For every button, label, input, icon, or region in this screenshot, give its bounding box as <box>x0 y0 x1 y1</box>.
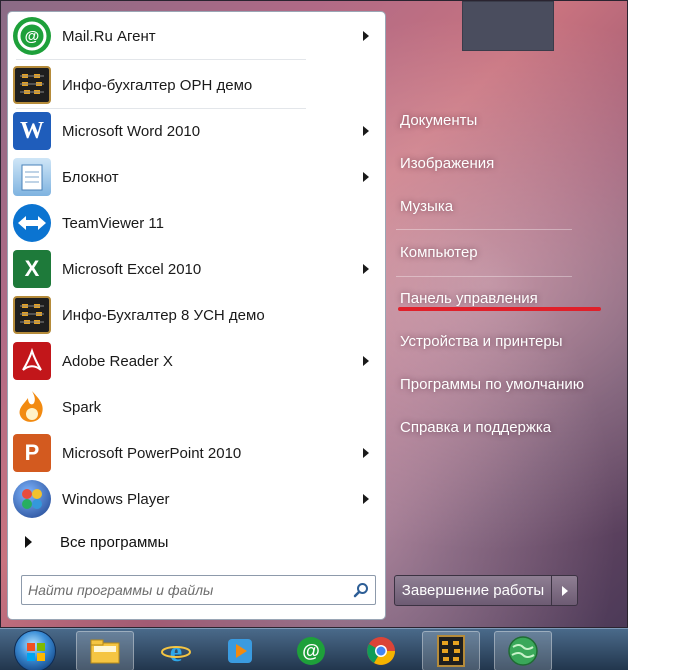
submenu-arrow-icon[interactable] <box>363 448 369 458</box>
submenu-arrow-icon[interactable] <box>363 31 369 41</box>
program-label: Adobe Reader X <box>62 352 173 370</box>
svg-text:@: @ <box>302 641 320 661</box>
taskbar-mailru-agent[interactable]: @ <box>282 631 340 670</box>
abacus-icon <box>13 296 51 334</box>
submenu-arrow-icon[interactable] <box>363 172 369 182</box>
submenu-arrow-icon[interactable] <box>363 494 369 504</box>
taskbar-file-explorer[interactable] <box>76 631 134 670</box>
notepad-icon <box>13 158 51 196</box>
media-player-icon <box>228 639 252 663</box>
submenu-arrow-icon[interactable] <box>363 126 369 136</box>
programs-pane: @ Mail.Ru Агент Инфо-бухгалтер ОРН демо … <box>7 11 386 620</box>
shutdown-options-button[interactable] <box>552 575 578 606</box>
shutdown-button[interactable]: Завершение работы <box>394 575 552 606</box>
mailru-agent-icon: @ <box>297 637 325 665</box>
windows-player-icon <box>13 480 51 518</box>
program-label: Microsoft Excel 2010 <box>62 260 202 278</box>
program-label: Mail.Ru Агент <box>62 27 156 45</box>
taskbar: e @ <box>0 628 628 670</box>
program-label: Инфо-Бухгалтер 8 УСН демо <box>62 306 265 324</box>
chevron-right-icon <box>561 585 568 596</box>
user-picture[interactable] <box>462 1 554 51</box>
divider <box>16 59 306 60</box>
program-label: TeamViewer 11 <box>62 214 164 232</box>
taskbar-info-buhgalter[interactable] <box>422 631 480 670</box>
program-item-word[interactable]: W Microsoft Word 2010 <box>10 109 383 153</box>
taskbar-media-player[interactable] <box>211 631 269 670</box>
program-item-powerpoint[interactable]: P Microsoft PowerPoint 2010 <box>10 431 383 475</box>
internet-explorer-icon: e <box>161 637 191 667</box>
windows-logo-icon <box>27 643 45 661</box>
program-item-spark[interactable]: Spark <box>10 385 383 429</box>
program-item-windows-player[interactable]: Windows Player <box>10 477 383 521</box>
all-programs-button[interactable]: Все программы <box>10 527 383 557</box>
mailru-agent-icon: @ <box>13 17 51 55</box>
globe-icon <box>508 636 538 666</box>
highlight-underline <box>398 307 601 311</box>
program-label: Блокнот <box>62 168 119 186</box>
program-item-excel[interactable]: X Microsoft Excel 2010 <box>10 247 383 291</box>
file-explorer-icon <box>90 639 120 664</box>
submenu-arrow-icon[interactable] <box>363 264 369 274</box>
triangle-right-icon <box>25 536 32 548</box>
link-documents[interactable]: Документы <box>396 104 606 136</box>
svg-text:e: e <box>170 637 182 667</box>
program-item-adobe-reader[interactable]: Adobe Reader X <box>10 339 383 383</box>
program-item-info-buhgalter-orn[interactable]: Инфо-бухгалтер ОРН демо <box>10 63 383 107</box>
program-label: Инфо-бухгалтер ОРН демо <box>62 76 253 94</box>
search-input[interactable] <box>22 577 347 603</box>
word-icon: W <box>13 112 51 150</box>
link-pictures[interactable]: Изображения <box>396 147 606 179</box>
program-item-info-buhgalter-usn[interactable]: Инфо-Бухгалтер 8 УСН демо <box>10 293 383 337</box>
link-music[interactable]: Музыка <box>396 190 606 222</box>
all-programs-label: Все программы <box>60 533 169 551</box>
program-item-notepad[interactable]: Блокнот <box>10 155 383 199</box>
divider <box>396 276 572 277</box>
link-devices-printers[interactable]: Устройства и принтеры <box>396 325 606 357</box>
taskbar-internet-explorer[interactable]: e <box>147 631 205 670</box>
teamviewer-icon <box>13 204 51 242</box>
program-label: Microsoft Word 2010 <box>62 122 201 140</box>
program-label: Microsoft PowerPoint 2010 <box>62 444 242 462</box>
powerpoint-icon: P <box>13 434 51 472</box>
excel-icon: X <box>13 250 51 288</box>
search-icon[interactable] <box>347 576 375 604</box>
search-box[interactable] <box>21 575 376 605</box>
program-item-mailru-agent[interactable]: @ Mail.Ru Агент <box>10 14 383 58</box>
link-computer[interactable]: Компьютер <box>396 236 606 268</box>
program-item-teamviewer[interactable]: TeamViewer 11 <box>10 201 383 245</box>
divider <box>396 229 572 230</box>
program-label: Windows Player <box>62 490 170 508</box>
abacus-icon <box>13 66 51 104</box>
link-default-programs[interactable]: Программы по умолчанию <box>396 368 606 400</box>
taskbar-chrome[interactable] <box>352 631 410 670</box>
spark-icon <box>13 388 51 426</box>
program-label: Spark <box>62 398 102 416</box>
submenu-arrow-icon[interactable] <box>363 356 369 366</box>
abacus-icon <box>437 635 465 667</box>
link-help-support[interactable]: Справка и поддержка <box>396 411 606 443</box>
start-button[interactable] <box>14 630 56 670</box>
taskbar-globe-app[interactable] <box>494 631 552 670</box>
chrome-icon <box>367 637 395 665</box>
svg-text:@: @ <box>25 28 40 45</box>
adobe-reader-icon <box>13 342 51 380</box>
